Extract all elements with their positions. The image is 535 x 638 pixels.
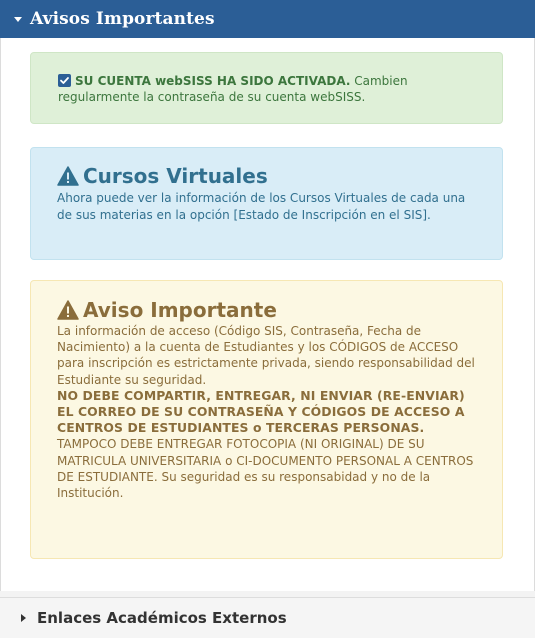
warning-outro-text: TAMPOCO DEBE ENTREGAR FOTOCOPIA (NI ORIG… (57, 437, 474, 501)
avisos-panel-header[interactable]: Avisos Importantes (0, 0, 535, 38)
caret-right-icon (21, 614, 26, 622)
warning-triangle-icon (57, 300, 79, 320)
enlaces-panel-header[interactable]: Enlaces Académicos Externos (0, 597, 535, 638)
account-activated-alert: SU CUENTA webSISS HA SIDO ACTIVADA. Camb… (30, 52, 503, 124)
aviso-importante-heading: Aviso Importante (57, 298, 277, 322)
checkbox-checked-icon (58, 74, 71, 87)
caret-down-icon (14, 17, 22, 22)
success-message: SU CUENTA webSISS HA SIDO ACTIVADA. Camb… (58, 73, 488, 105)
avisos-panel-body: SU CUENTA webSISS HA SIDO ACTIVADA. Camb… (0, 38, 535, 591)
warning-intro-text: La información de acceso (Código SIS, Co… (57, 324, 475, 387)
panel-title: Avisos Importantes (30, 9, 215, 29)
warning-triangle-icon (57, 166, 79, 186)
aviso-importante-title: Aviso Importante (83, 298, 277, 322)
cursos-virtuales-title: Cursos Virtuales (83, 164, 268, 188)
page: Avisos Importantes SU CUENTA webSISS HA … (0, 0, 535, 638)
enlaces-panel-title: Enlaces Académicos Externos (37, 609, 287, 627)
cursos-virtuales-heading: Cursos Virtuales (57, 164, 268, 188)
cursos-virtuales-text: Ahora puede ver la información de los Cu… (57, 191, 466, 222)
aviso-importante-alert: Aviso Importante La información de acces… (30, 280, 503, 559)
aviso-importante-text: La información de acceso (Código SIS, Co… (57, 323, 485, 501)
warning-bold-text: NO DEBE COMPARTIR, ENTREGAR, NI ENVIAR (… (57, 387, 465, 436)
success-bold-text: SU CUENTA webSISS HA SIDO ACTIVADA. (75, 74, 351, 88)
cursos-virtuales-alert: Cursos Virtuales Ahora puede ver la info… (30, 147, 503, 260)
